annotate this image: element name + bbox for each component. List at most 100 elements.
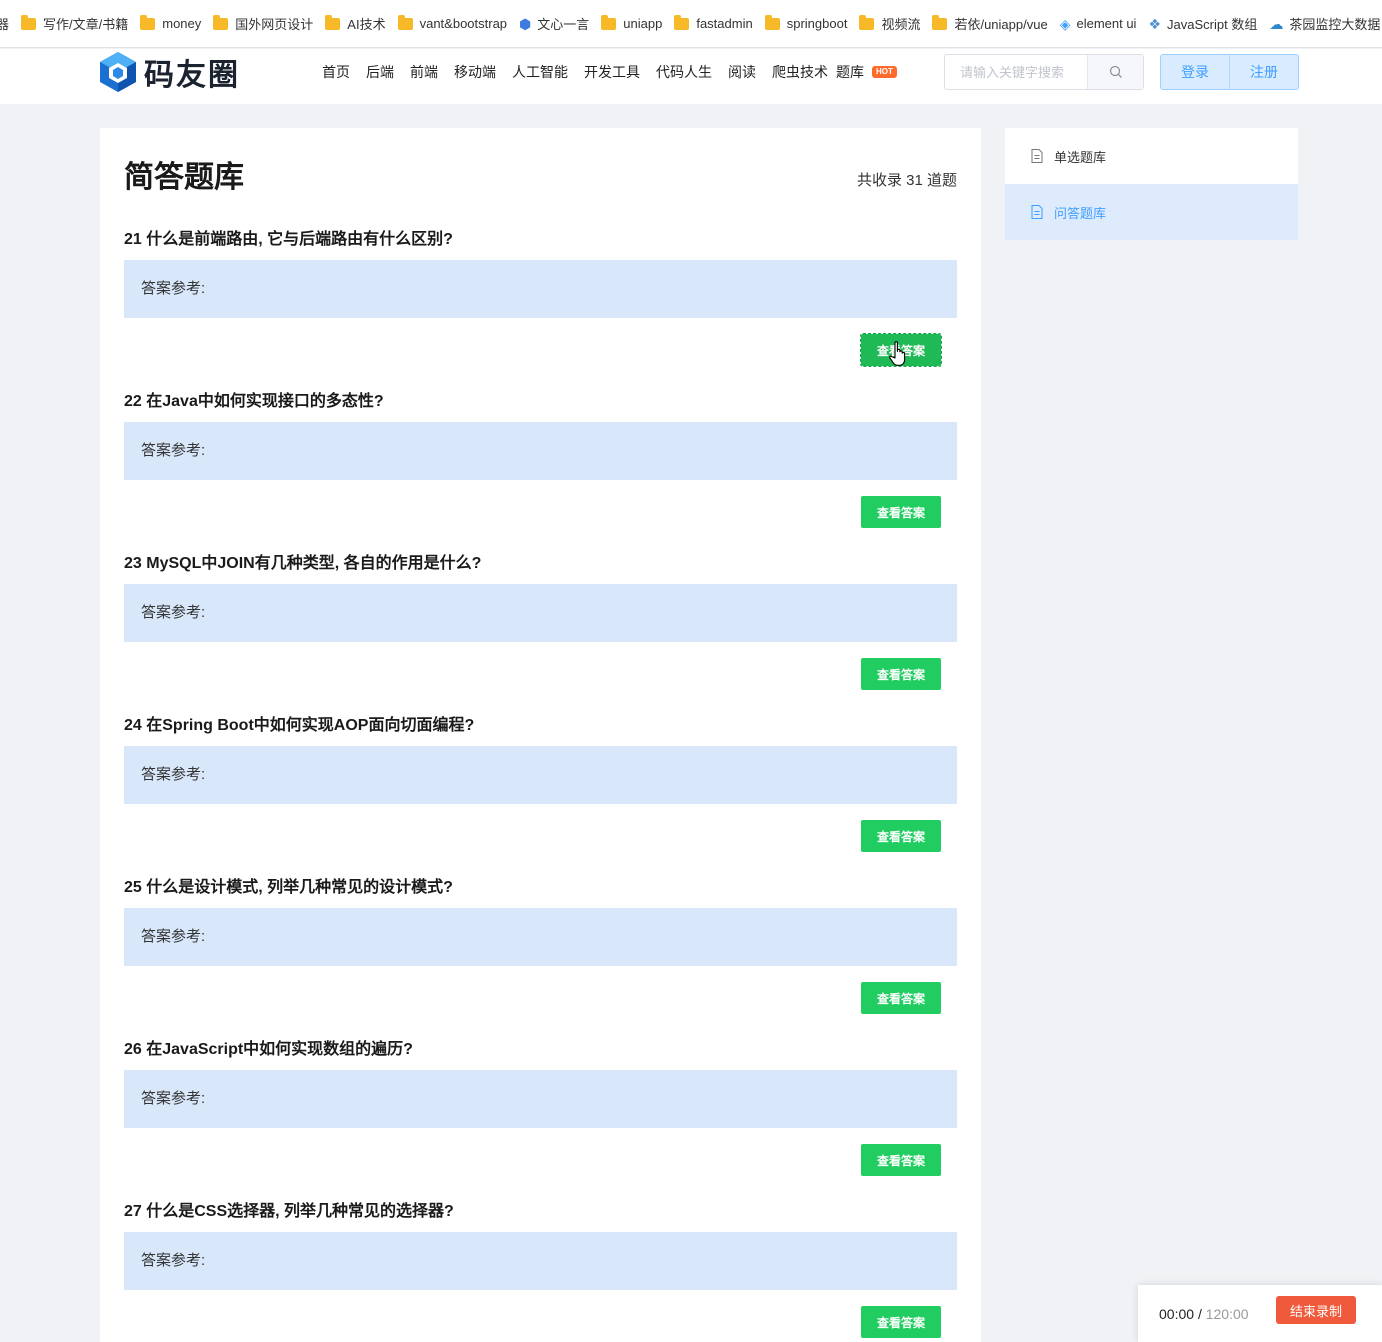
question-item: 24 在Spring Boot中如何实现AOP面向切面编程? 答案参考: 查看答… (124, 714, 957, 876)
nav-question-bank[interactable]: 题库 HOT (836, 62, 897, 82)
site-logo[interactable]: 码友圈 (98, 50, 240, 94)
bookmarks-bar: 器 写作/文章/书籍 money 国外网页设计 AI技术 vant&bootst… (0, 0, 1382, 48)
cloud-icon: ☁ (1269, 15, 1284, 32)
bookmark-label: uniapp (623, 16, 663, 31)
nav-dev-tools[interactable]: 开发工具 (584, 62, 640, 82)
bookmark-link[interactable]: ⬢ 文心一言 (519, 14, 589, 33)
site-header: 码友圈 首页 后端 前端 移动端 人工智能 开发工具 代码人生 阅读 爬虫技术 … (0, 49, 1382, 104)
cube-logo-icon (100, 52, 136, 92)
question-title: 21 什么是前端路由, 它与后端路由有什么区别? (124, 231, 453, 248)
bookmark-folder[interactable]: vant&bootstrap (397, 14, 508, 31)
hot-badge: HOT (872, 66, 897, 78)
nav-code-life[interactable]: 代码人生 (656, 62, 712, 82)
view-answer-button[interactable]: 查看答案 (861, 982, 941, 1014)
sidebar-item-qa[interactable]: 问答题库 (1005, 184, 1298, 240)
question-item: 23 MySQL中JOIN有几种类型, 各自的作用是什么? 答案参考: 查看答案 (124, 552, 957, 714)
bookmark-label: money (162, 16, 202, 31)
question-item: 21 什么是前端路由, 它与后端路由有什么区别? 答案参考: 查看答案 (124, 228, 957, 390)
bookmark-folder[interactable]: 写作/文章/书籍 (21, 14, 128, 33)
nav-question-bank-label: 题库 (836, 64, 864, 80)
nav-reading[interactable]: 阅读 (728, 62, 756, 82)
sidebar: 单选题库 问答题库 (1005, 128, 1298, 240)
bookmark-folder[interactable]: money (140, 14, 202, 31)
view-answer-button[interactable]: 查看答案 (861, 496, 941, 528)
elapsed-time: 00:00 (1159, 1305, 1195, 1322)
nav-ai[interactable]: 人工智能 (512, 62, 568, 82)
time-limit: 120:00 (1205, 1305, 1249, 1322)
document-icon (1031, 149, 1043, 163)
question-item: 22 在Java中如何实现接口的多态性? 答案参考: 查看答案 (124, 390, 957, 552)
bookmark-folder[interactable]: AI技术 (325, 14, 386, 33)
bookmark-label: 器 (0, 14, 9, 33)
search-box (944, 54, 1144, 90)
nav-backend[interactable]: 后端 (366, 62, 394, 82)
nav-crawler[interactable]: 爬虫技术 (772, 62, 828, 82)
auth-buttons: 登录 注册 (1160, 54, 1299, 90)
search-icon (1109, 65, 1122, 78)
question-item: 26 在JavaScript中如何实现数组的遍历? 答案参考: 查看答案 (124, 1038, 957, 1200)
nav-frontend[interactable]: 前端 (410, 62, 438, 82)
answer-panel: 答案参考: (124, 422, 957, 480)
bookmark-folder[interactable]: 国外网页设计 (213, 14, 313, 33)
question-title: 25 什么是设计模式, 列举几种常见的设计模式? (124, 879, 453, 896)
sidebar-item-single-choice[interactable]: 单选题库 (1005, 128, 1298, 184)
answer-panel: 答案参考: (124, 908, 957, 966)
folder-icon (140, 14, 156, 30)
folder-icon (21, 14, 37, 30)
view-answer-button[interactable]: 查看答案 (861, 658, 941, 690)
sidebar-item-label: 单选题库 (1054, 149, 1107, 165)
bookmark-folder[interactable]: uniapp (601, 14, 663, 31)
folder-icon (932, 14, 948, 30)
view-answer-button[interactable]: 查看答案 (861, 1306, 941, 1338)
bookmark-label: vant&bootstrap (419, 16, 508, 31)
question-title: 23 MySQL中JOIN有几种类型, 各自的作用是什么? (124, 555, 482, 572)
folder-icon (601, 14, 617, 30)
login-button[interactable]: 登录 (1161, 55, 1230, 89)
bookmark-item[interactable]: 器 (0, 14, 9, 33)
bookmark-label: 文心一言 (537, 17, 590, 32)
page-title: 简答题库 (124, 160, 244, 195)
time-separator: / (1197, 1305, 1202, 1322)
view-answer-button[interactable]: 查看答案 (860, 333, 942, 367)
folder-icon (213, 14, 229, 30)
search-input[interactable] (945, 55, 1087, 89)
view-answer-button[interactable]: 查看答案 (861, 820, 941, 852)
answer-panel: 答案参考: (124, 1070, 957, 1128)
question-title: 22 在Java中如何实现接口的多态性? (124, 393, 384, 410)
search-button[interactable] (1087, 55, 1143, 89)
view-answer-button[interactable]: 查看答案 (861, 1144, 941, 1176)
bookmark-label: 茶园监控大数据 (1289, 17, 1381, 32)
bookmark-label: 视频流 (881, 17, 921, 32)
answer-panel: 答案参考: (124, 584, 957, 642)
sidebar-item-label: 问答题库 (1054, 205, 1107, 221)
bookmark-folder[interactable]: 视频流 (859, 14, 920, 33)
recorder-widget: 00:00 / 120:00 结束录制 (1138, 1285, 1382, 1342)
answer-panel: 答案参考: (124, 260, 957, 318)
folder-icon (859, 14, 875, 30)
bookmark-label: element ui (1076, 16, 1137, 31)
register-button[interactable]: 注册 (1230, 55, 1298, 89)
folder-icon (764, 14, 780, 30)
main-nav: 首页 后端 前端 移动端 人工智能 开发工具 代码人生 阅读 爬虫技术 题库 H… (322, 49, 913, 95)
nav-mobile[interactable]: 移动端 (454, 62, 496, 82)
bookmark-label: 写作/文章/书籍 (43, 17, 129, 32)
bookmark-label: springboot (786, 16, 848, 31)
folder-icon (325, 14, 341, 30)
question-item: 25 什么是设计模式, 列举几种常见的设计模式? 答案参考: 查看答案 (124, 876, 957, 1038)
nav-home[interactable]: 首页 (322, 62, 350, 82)
bookmark-label: AI技术 (347, 17, 386, 32)
cube-icon: ⬢ (519, 15, 532, 32)
bookmark-folder[interactable]: 若依/uniapp/vue (932, 14, 1048, 33)
bookmark-label: JavaScript 数组 (1167, 17, 1258, 32)
stop-recording-button[interactable]: 结束录制 (1276, 1296, 1356, 1324)
bookmark-link[interactable]: ☁ 茶园监控大数据 (1269, 14, 1380, 33)
bookmark-link[interactable]: ❖ JavaScript 数组 (1148, 14, 1257, 33)
main-card: 简答题库 共收录 31 道题 21 什么是前端路由, 它与后端路由有什么区别? … (100, 128, 981, 1342)
bookmark-link[interactable]: ◈ element ui (1060, 16, 1137, 31)
bookmark-folder[interactable]: fastadmin (674, 14, 753, 31)
element-icon: ◈ (1059, 15, 1071, 32)
question-title: 26 在JavaScript中如何实现数组的遍历? (124, 1041, 413, 1058)
folder-icon (397, 14, 413, 30)
bookmark-folder[interactable]: springboot (764, 14, 848, 31)
bookmark-label: 国外网页设计 (235, 17, 314, 32)
